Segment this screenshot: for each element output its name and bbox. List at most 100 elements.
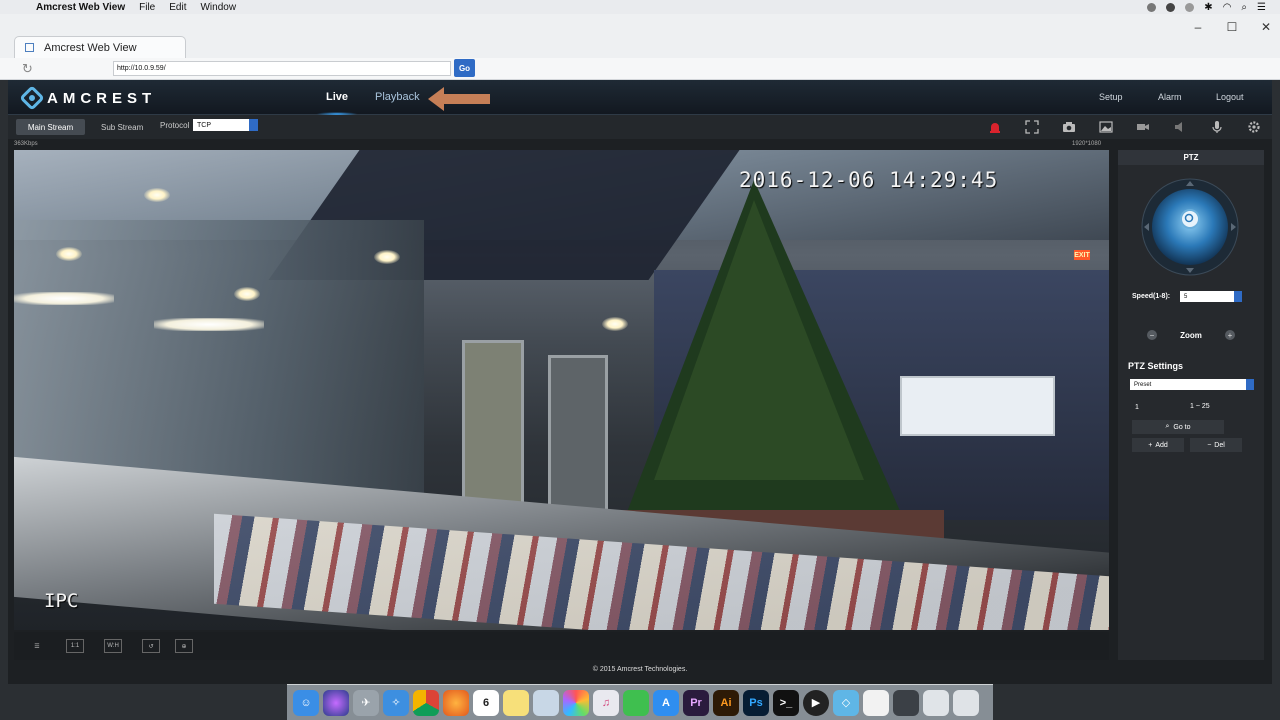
annotation-arrow-icon: [428, 87, 490, 111]
video-control-bar: ☰ 1:1 W:H ↺ ⊕: [14, 632, 1109, 660]
record-icon[interactable]: [976, 119, 1013, 135]
screen-record-icon[interactable]: [1166, 2, 1176, 12]
amcrest-logo-icon: [19, 85, 45, 111]
delete-preset-button[interactable]: − Del: [1190, 438, 1242, 452]
chevron-down-icon: [1234, 291, 1242, 302]
preset-range: 1 ~ 25: [1190, 403, 1210, 410]
menubar-app-name[interactable]: Amcrest Web View: [36, 2, 125, 13]
nav-playback[interactable]: Playback: [375, 91, 420, 103]
chevron-down-icon: [249, 119, 258, 131]
digital-zoom-icon[interactable]: ⊕: [175, 639, 193, 653]
chrome-icon[interactable]: [413, 689, 439, 716]
ptz-direction-dial[interactable]: [1140, 177, 1240, 277]
terminal-icon[interactable]: >_: [773, 689, 799, 716]
video-ceiling-light: [144, 188, 170, 202]
facetime-icon[interactable]: [623, 689, 649, 716]
notes-icon[interactable]: [503, 689, 529, 716]
document-icon[interactable]: [863, 689, 889, 716]
image-icon[interactable]: [1087, 119, 1124, 135]
top-navigation: AMCREST Live Playback Setup Alarm Logout: [8, 80, 1272, 116]
menu-edit[interactable]: Edit: [169, 2, 186, 13]
trash-icon[interactable]: [953, 689, 979, 716]
status-indicator-icon[interactable]: [1147, 2, 1157, 12]
speed-value: 5: [1184, 293, 1188, 300]
preview-icon[interactable]: [533, 689, 559, 716]
preset-select[interactable]: Preset: [1130, 379, 1254, 390]
notification-center-icon[interactable]: ☰: [1257, 2, 1266, 13]
siri-icon[interactable]: [323, 689, 349, 716]
osd-channel-name: IPC: [44, 590, 79, 612]
microphone-icon[interactable]: [1198, 119, 1235, 135]
time-machine-icon[interactable]: [1185, 2, 1195, 12]
illustrator-icon[interactable]: Ai: [713, 689, 739, 716]
main-stream-button[interactable]: Main Stream: [16, 119, 85, 135]
mac-menubar: Amcrest Web View File Edit Window ✱ ◠ ⌕ …: [0, 0, 1280, 14]
screenshot-icon[interactable]: [893, 689, 919, 716]
firefox-icon[interactable]: [443, 689, 469, 716]
speed-select[interactable]: 5: [1180, 291, 1242, 302]
appstore-icon[interactable]: A: [653, 689, 679, 716]
aspect-ratio-icon[interactable]: W:H: [104, 639, 122, 653]
close-icon[interactable]: ✕: [1260, 20, 1272, 34]
url-input[interactable]: http://10.0.9.59/: [113, 61, 451, 76]
folder-icon[interactable]: [923, 689, 949, 716]
preset-actions: + Add − Del: [1132, 438, 1242, 452]
video-exit-sign: EXIT: [1074, 250, 1090, 260]
protocol-select[interactable]: TCP: [193, 119, 258, 131]
nav-alarm[interactable]: Alarm: [1158, 92, 1182, 102]
speed-label: Speed(1-8):: [1132, 293, 1171, 300]
tab-page-icon: [25, 43, 34, 52]
amcrest-logo: AMCREST: [19, 85, 156, 111]
sub-stream-button[interactable]: Sub Stream: [101, 123, 143, 132]
maximize-icon[interactable]: ☐: [1226, 20, 1238, 34]
reload-icon[interactable]: ↻: [22, 61, 33, 77]
mac-dock: ☺ ✈ ✧ 6 ♫ A Pr Ai Ps >_ ▶ ◇: [287, 684, 993, 720]
video-ceiling-light: [374, 250, 400, 264]
photos-icon[interactable]: [563, 689, 589, 716]
camera-icon[interactable]: [1124, 119, 1161, 135]
tab-title: Amcrest Web View: [44, 41, 137, 54]
zoom-out-button[interactable]: −: [1147, 330, 1157, 340]
photoshop-icon[interactable]: Ps: [743, 689, 769, 716]
nav-live[interactable]: Live: [315, 91, 359, 116]
browser-chrome: Amcrest Web View – ☐ ✕ ↻ http://10.0.9.5…: [0, 14, 1280, 80]
preset-number-input[interactable]: 1: [1135, 404, 1139, 411]
zoom-controls: − Zoom +: [1147, 328, 1235, 342]
live-video-view[interactable]: EXIT 2016-12-06 14:29:45 IPC: [14, 150, 1109, 630]
goto-button[interactable]: ⌕ Go to: [1132, 420, 1224, 434]
stream-adjust-icon[interactable]: ☰: [28, 639, 46, 653]
itunes-icon[interactable]: ♫: [593, 689, 619, 716]
fluency-icon[interactable]: ↺: [142, 639, 160, 653]
safari-icon[interactable]: ✧: [383, 689, 409, 716]
minimize-icon[interactable]: –: [1192, 20, 1204, 34]
browser-tab[interactable]: Amcrest Web View: [14, 36, 186, 58]
bluetooth-icon[interactable]: ✱: [1204, 2, 1212, 13]
quicktime-icon[interactable]: ▶: [803, 689, 829, 716]
settings-icon[interactable]: [1235, 119, 1272, 135]
ptz-settings-title: PTZ Settings: [1128, 361, 1184, 371]
finder-icon[interactable]: ☺: [293, 689, 319, 716]
spotlight-icon[interactable]: ⌕: [1241, 2, 1247, 13]
launchpad-icon[interactable]: ✈: [353, 689, 379, 716]
amcrest-icon[interactable]: ◇: [833, 689, 859, 716]
nav-setup[interactable]: Setup: [1099, 92, 1123, 102]
add-preset-button[interactable]: + Add: [1132, 438, 1184, 452]
live-tool-icons: [976, 119, 1272, 135]
go-button[interactable]: Go: [454, 59, 475, 77]
menu-file[interactable]: File: [139, 2, 155, 13]
osd-timestamp: 2016-12-06 14:29:45: [739, 168, 999, 192]
window-controls: – ☐ ✕: [1192, 20, 1272, 34]
page-footer: © 2015 Amcrest Technologies.: [592, 666, 688, 673]
zoom-in-button[interactable]: +: [1225, 330, 1235, 340]
audio-icon[interactable]: [1161, 119, 1198, 135]
menu-window[interactable]: Window: [200, 2, 236, 13]
original-size-icon[interactable]: 1:1: [66, 639, 84, 653]
calendar-icon[interactable]: 6: [473, 689, 499, 716]
stream-toolbar: Main Stream Sub Stream Protocol TCP: [8, 115, 1272, 139]
snapshot-icon[interactable]: [1050, 119, 1087, 135]
video-ceiling-light: [56, 247, 82, 261]
fullscreen-icon[interactable]: [1013, 119, 1050, 135]
premiere-icon[interactable]: Pr: [683, 689, 709, 716]
nav-logout[interactable]: Logout: [1216, 92, 1244, 102]
wifi-icon[interactable]: ◠: [1223, 2, 1232, 13]
